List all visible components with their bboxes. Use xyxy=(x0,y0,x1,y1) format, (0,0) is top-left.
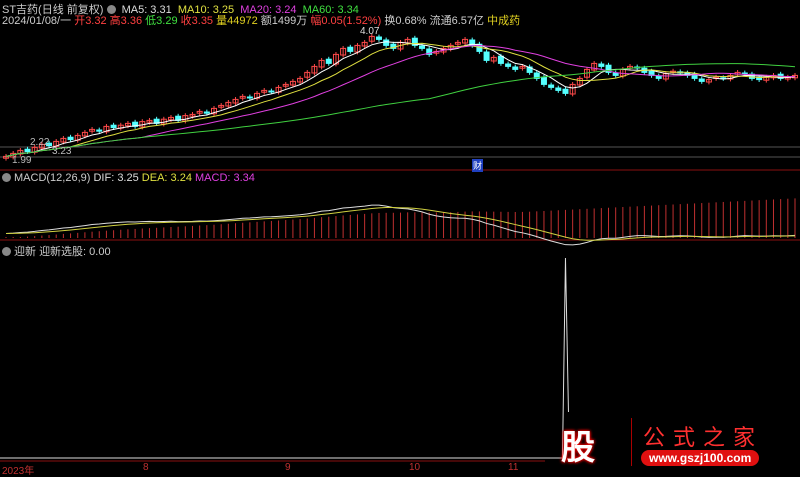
x-tick: 11 xyxy=(508,462,519,473)
candle-body xyxy=(540,76,547,85)
signal-line xyxy=(0,257,569,459)
logo-url: www.gszj100.com xyxy=(641,450,760,466)
price-label: 3.23 xyxy=(52,146,72,157)
low-price-label: 1.99 xyxy=(12,155,32,166)
candle-body xyxy=(24,148,31,153)
x-tick: 9 xyxy=(285,462,291,473)
candle-body xyxy=(505,63,512,67)
x-tick: 2023年 xyxy=(2,466,35,477)
ma60-line xyxy=(5,63,796,157)
candle-body xyxy=(512,66,519,70)
candle-body xyxy=(655,75,662,79)
chevron-down-icon[interactable] xyxy=(2,247,11,256)
high-value: 3.36 xyxy=(120,15,143,27)
candle-body xyxy=(268,90,275,93)
logo-divider xyxy=(631,418,632,466)
candle-body xyxy=(497,55,504,64)
vol-label: 量 xyxy=(216,15,228,27)
sector-link[interactable]: 中成药 xyxy=(487,15,520,27)
candle-body xyxy=(325,58,332,64)
candle-body xyxy=(698,78,705,82)
candle-body xyxy=(555,87,562,91)
low-label: 低 xyxy=(145,15,157,27)
macd-legend: MACD(12,26,9) DIF: 3.25 DEA: 3.24 MACD: … xyxy=(2,172,255,184)
macd-value: MACD: 3.34 xyxy=(195,172,255,184)
indicator-title: 迎新 xyxy=(14,246,36,258)
finance-marker[interactable]: 财 xyxy=(472,159,484,172)
open-value: 3.32 xyxy=(85,15,107,27)
quote-line: 2024/01/08/一 开3.32 高3.36 低3.29 收3.35 量44… xyxy=(2,12,520,28)
price-label: 2.22 xyxy=(30,137,50,148)
x-tick: 10 xyxy=(409,462,421,473)
candle-body xyxy=(96,129,103,132)
open-label: 开 xyxy=(74,15,86,27)
candle-body xyxy=(598,63,605,67)
indicator-legend: 迎新 迎新选股: 0.00 xyxy=(2,243,111,259)
high-price-label: 4.07 xyxy=(360,26,380,37)
candle-body xyxy=(383,39,390,46)
candle-body xyxy=(548,84,555,88)
date: 2024/01/08/一 xyxy=(2,15,72,27)
x-tick: 8 xyxy=(143,462,149,473)
candle-body xyxy=(246,96,253,99)
candle-body xyxy=(375,36,382,40)
amount-value: 额1499万 xyxy=(260,15,308,27)
macd-title: MACD(12,26,9) xyxy=(14,172,91,184)
candle-body xyxy=(562,88,569,94)
turnover-value: 换0.68% xyxy=(384,15,427,27)
close-value: 3.35 xyxy=(191,15,214,27)
dif-value: DIF: 3.25 xyxy=(93,172,139,184)
watermark-logo: 股 公式之家 www.gszj100.com xyxy=(555,418,775,468)
dea-value: DEA: 3.24 xyxy=(141,172,192,184)
candle-body xyxy=(419,45,426,49)
logo-name: 公式之家 xyxy=(643,426,764,451)
indicator-value: 迎新选股: 0.00 xyxy=(39,246,111,258)
candle-body xyxy=(483,51,490,61)
volume-value: 44972 xyxy=(227,15,258,27)
float-cap-value: 流通6.57亿 xyxy=(429,15,485,27)
high-label: 高 xyxy=(109,15,121,27)
chevron-down-icon[interactable] xyxy=(2,173,11,182)
candle-body xyxy=(67,136,74,141)
change-label: 幅 xyxy=(310,15,322,27)
candle-body xyxy=(612,72,619,76)
candle-body xyxy=(110,124,117,129)
candle-body xyxy=(203,111,210,114)
chart-canvas xyxy=(0,34,800,462)
logo-char: 股 xyxy=(561,429,595,467)
low-value: 3.29 xyxy=(156,15,178,27)
candle-body xyxy=(347,46,354,52)
close-label: 收 xyxy=(180,15,192,27)
